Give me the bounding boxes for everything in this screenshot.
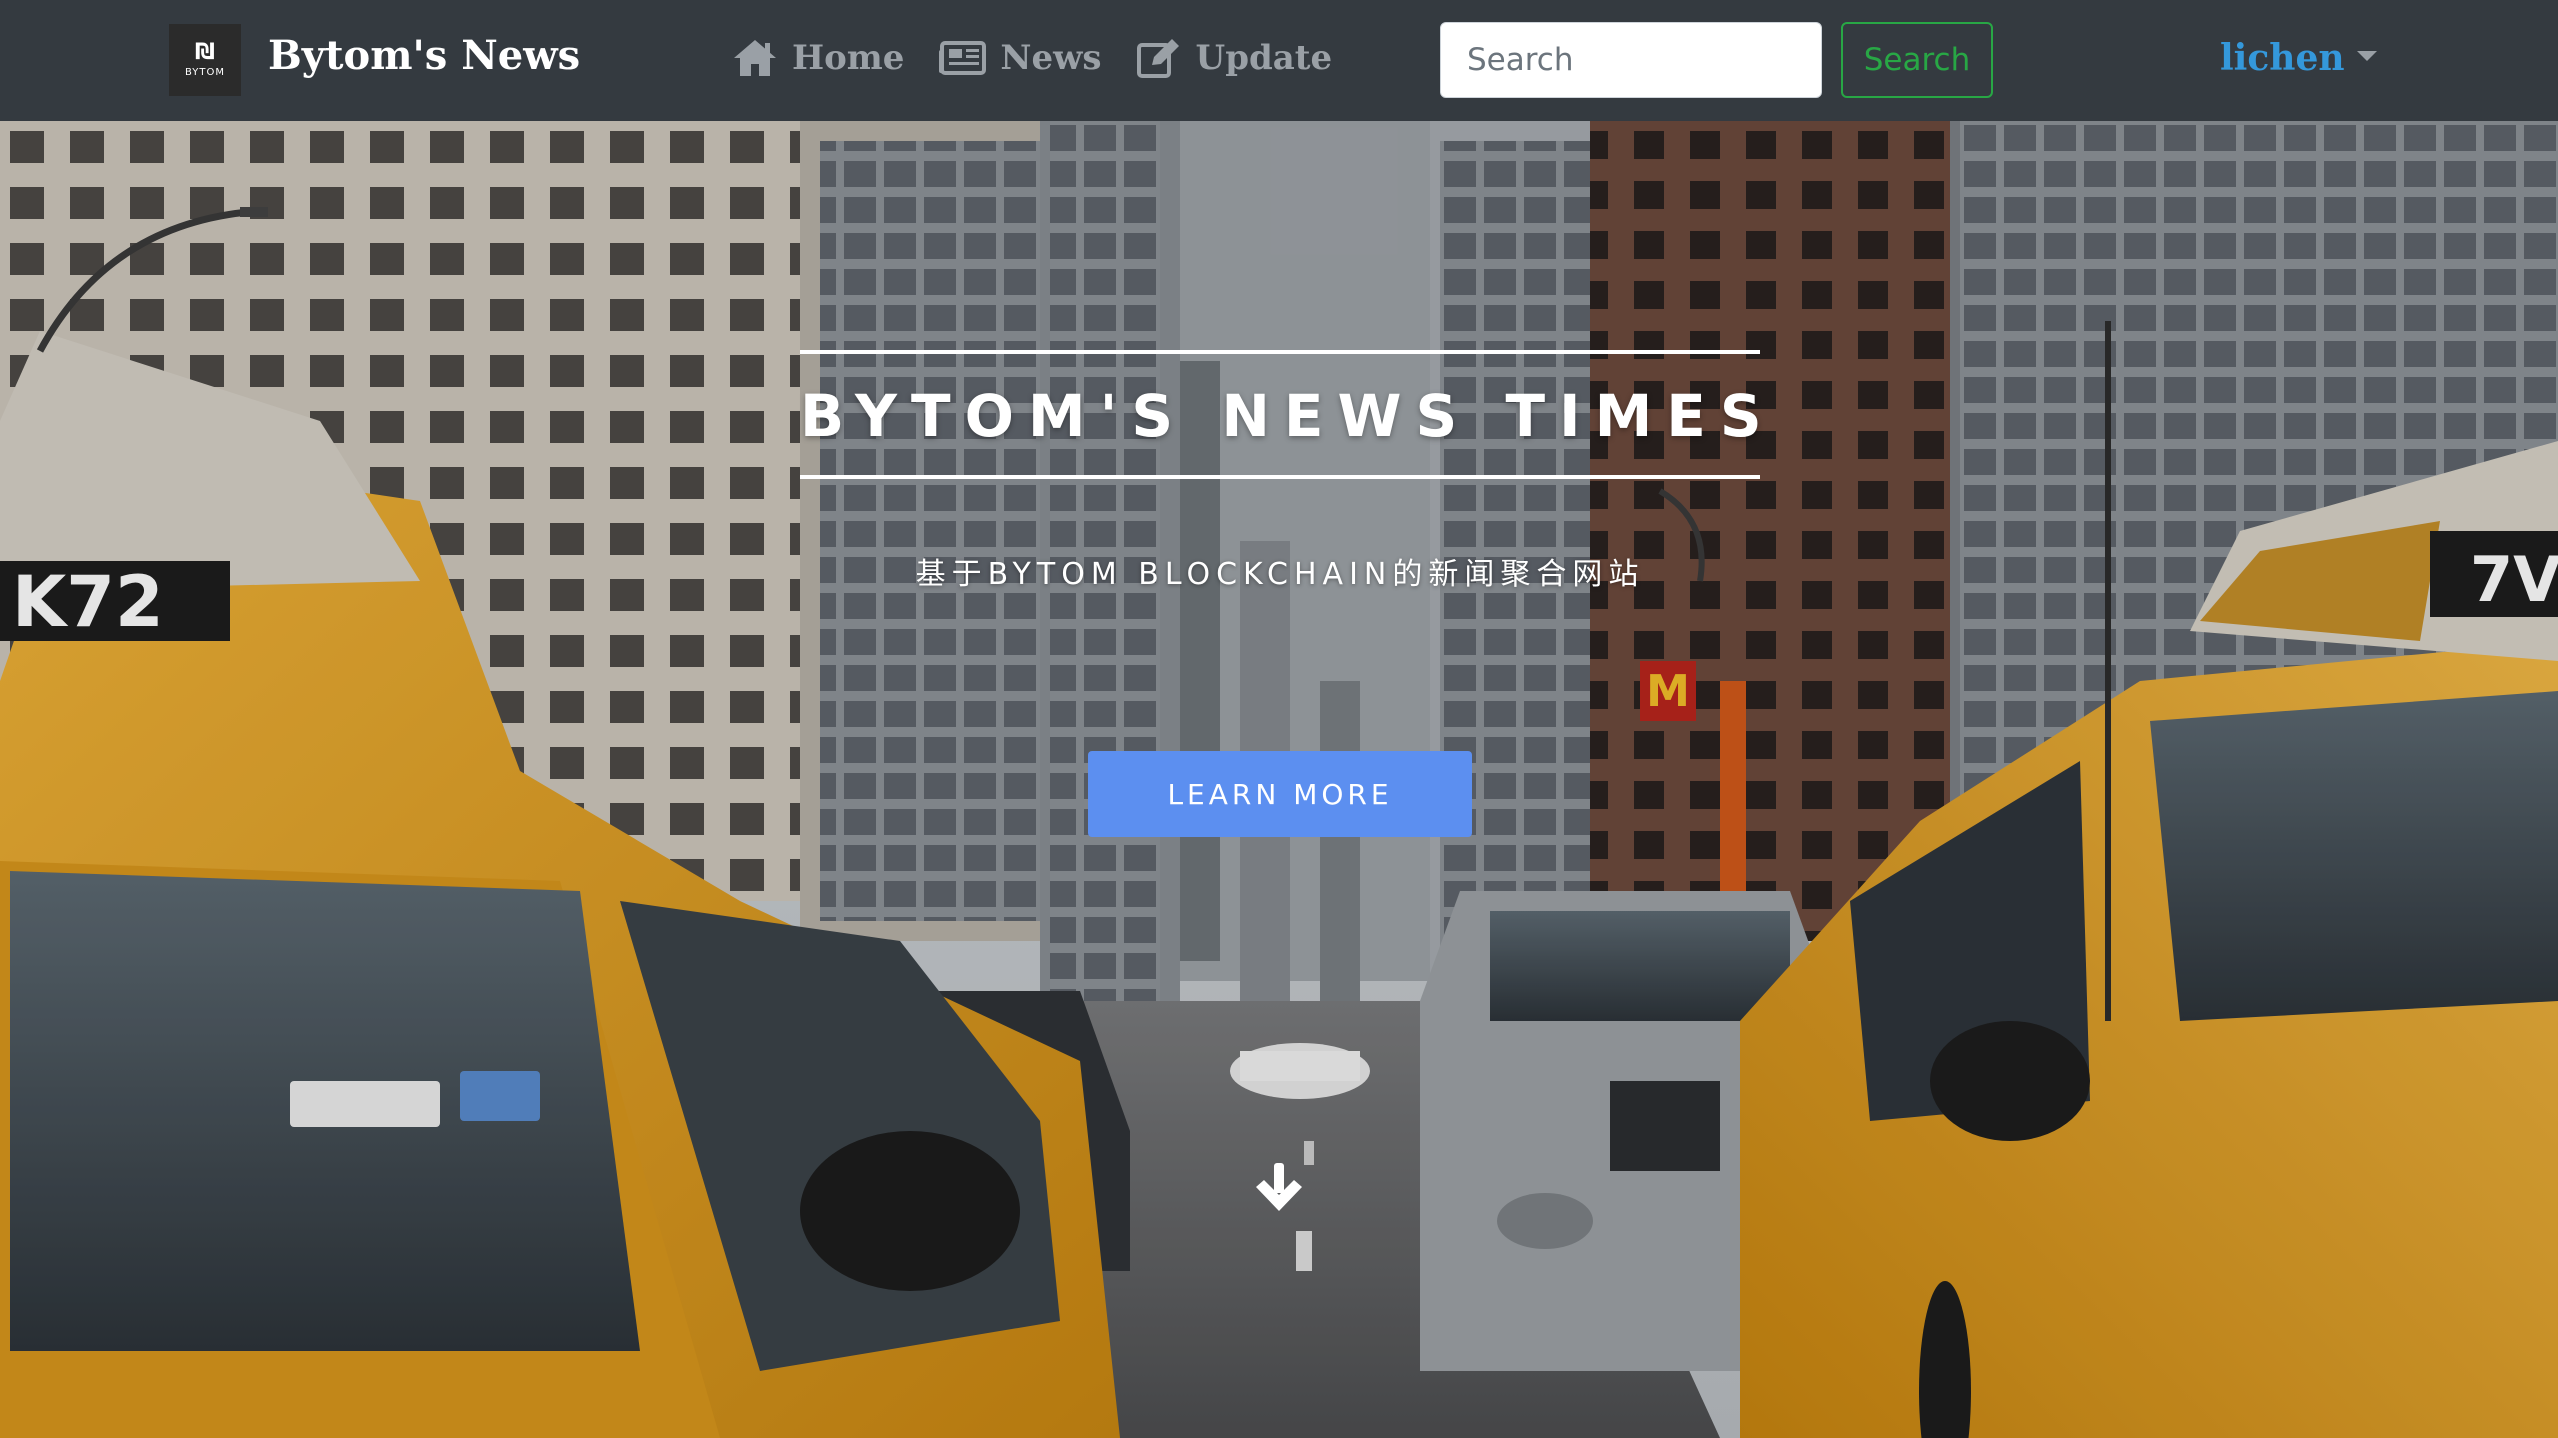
- nav-links: Home News Update: [732, 30, 1366, 86]
- search-button[interactable]: Search: [1841, 22, 1993, 98]
- home-icon: [734, 40, 776, 76]
- brand-title[interactable]: Bytom's News: [268, 28, 580, 84]
- user-name: lichen: [2220, 37, 2345, 79]
- caret-down-icon: [2356, 51, 2377, 61]
- hero-subtitle: 基于BYTOM BLOCKCHAIN的新闻聚合网站: [915, 557, 1645, 592]
- bytom-logo-icon[interactable]: ₪ BYTOM: [169, 24, 241, 96]
- nav-link-update[interactable]: Update: [1136, 30, 1333, 86]
- nav-link-home[interactable]: Home: [732, 30, 904, 86]
- search-input[interactable]: [1440, 22, 1822, 98]
- logo-glyph: ₪: [195, 40, 215, 65]
- hero-title: BYTOM'S NEWS TIMES: [800, 382, 1776, 450]
- hero-section: M K72 7V BYTOM'S NEWS TIMES 基于BYTOM BLOC…: [0, 121, 2558, 1438]
- nav-link-news[interactable]: News: [938, 30, 1102, 86]
- nav-link-update-label: Update: [1195, 38, 1333, 78]
- edit-icon: [1136, 39, 1179, 78]
- nav-link-news-label: News: [1000, 38, 1102, 78]
- top-navbar: ₪ BYTOM Bytom's News Home News Update Se…: [0, 0, 2558, 121]
- arrow-down-icon[interactable]: [1252, 1161, 1306, 1215]
- user-dropdown[interactable]: lichen: [2220, 30, 2377, 86]
- title-rule-bottom: [800, 475, 1760, 479]
- title-rule-top: [800, 350, 1760, 354]
- nav-link-home-label: Home: [792, 38, 905, 78]
- logo-text: BYTOM: [184, 67, 226, 78]
- page: ₪ BYTOM Bytom's News Home News Update Se…: [0, 0, 2558, 1438]
- learn-more-button[interactable]: LEARN MORE: [1088, 751, 1472, 837]
- newspaper-icon: [939, 41, 987, 75]
